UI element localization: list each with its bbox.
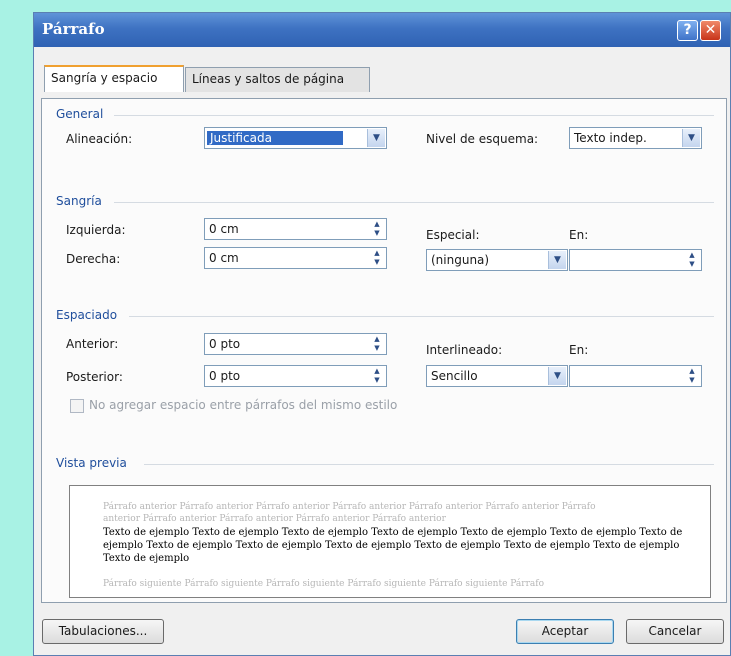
spacing-after-value: 0 pto	[209, 369, 241, 383]
chevron-down-icon[interactable]: ▼	[682, 129, 700, 147]
chevron-down-icon[interactable]: ▼	[548, 367, 566, 385]
group-preview-divider	[144, 464, 714, 465]
group-indent-divider	[114, 202, 714, 203]
special-indent-select[interactable]: (ninguna) ▼	[426, 249, 568, 271]
spacing-before-spinner[interactable]: 0 pto ▲ ▼	[204, 333, 387, 355]
spin-updown-icon[interactable]: ▲ ▼	[684, 367, 700, 385]
line-spacing-value: Sencillo	[431, 369, 478, 383]
indent-left-label: Izquierda:	[66, 223, 126, 237]
line-spacing-label: Interlineado:	[426, 343, 503, 357]
group-indent-title: Sangría	[56, 194, 102, 208]
group-spacing-divider	[129, 316, 714, 317]
no-space-checkbox[interactable]	[70, 399, 84, 413]
tab-indent-spacing[interactable]: Sangría y espacio	[44, 65, 184, 92]
chevron-down-icon[interactable]: ▼	[367, 129, 385, 147]
group-spacing-title: Espaciado	[56, 308, 118, 322]
indent-right-spinner[interactable]: 0 cm ▲ ▼	[204, 247, 387, 269]
cancel-button[interactable]: Cancelar	[626, 619, 724, 644]
special-indent-label: Especial:	[426, 228, 480, 242]
tabs-button[interactable]: Tabulaciones...	[42, 619, 164, 644]
paragraph-dialog: Párrafo ? ✕ Sangría y espacio Líneas y s…	[33, 12, 731, 656]
line-spacing-at-label: En:	[569, 343, 589, 357]
spacing-before-label: Anterior:	[66, 337, 119, 351]
group-general-title: General	[56, 107, 104, 121]
indent-right-value: 0 cm	[209, 251, 239, 265]
chevron-down-icon[interactable]: ▼	[548, 251, 566, 269]
indent-by-label: En:	[569, 228, 589, 242]
outline-level-label: Nivel de esquema:	[426, 132, 539, 146]
preview-previous-line: Párrafo anterior Párrafo anterior Párraf…	[103, 502, 596, 512]
indent-left-spinner[interactable]: 0 cm ▲ ▼	[204, 218, 387, 240]
indent-by-spinner[interactable]: ▲ ▼	[569, 249, 702, 271]
spin-updown-icon[interactable]: ▲ ▼	[369, 249, 385, 267]
outline-level-select[interactable]: Texto indep. ▼	[569, 127, 702, 149]
preview-sample-text: Texto de ejemplo Texto de ejemplo Texto …	[103, 527, 683, 564]
alignment-label: Alineación:	[66, 132, 133, 146]
preview-box: Párrafo anterior Párrafo anterior Párraf…	[69, 485, 711, 598]
spin-updown-icon[interactable]: ▲ ▼	[369, 335, 385, 353]
outline-level-value: Texto indep.	[574, 131, 647, 145]
group-preview-title: Vista previa	[56, 456, 127, 470]
group-general-divider	[114, 115, 714, 116]
spin-updown-icon[interactable]: ▲ ▼	[369, 367, 385, 385]
spacing-after-label: Posterior:	[66, 370, 123, 384]
preview-previous-line: anterior Párrafo anterior Párrafo anteri…	[103, 514, 446, 524]
title-bar[interactable]: Párrafo ? ✕	[34, 13, 730, 47]
preview-next-line: Párrafo siguiente Párrafo siguiente Párr…	[103, 579, 545, 589]
spin-updown-icon[interactable]: ▲ ▼	[684, 251, 700, 269]
alignment-select[interactable]: Justificada ▼	[204, 127, 387, 149]
line-spacing-at-spinner[interactable]: ▲ ▼	[569, 365, 702, 387]
alignment-value: Justificada	[207, 131, 343, 145]
line-spacing-select[interactable]: Sencillo ▼	[426, 365, 568, 387]
indent-right-label: Derecha:	[66, 252, 121, 266]
spin-updown-icon[interactable]: ▲ ▼	[369, 220, 385, 238]
close-icon[interactable]: ✕	[700, 20, 721, 41]
help-icon[interactable]: ?	[677, 20, 698, 41]
no-space-label: No agregar espacio entre párrafos del mi…	[89, 398, 398, 412]
dialog-title: Párrafo	[42, 20, 105, 38]
spacing-after-spinner[interactable]: 0 pto ▲ ▼	[204, 365, 387, 387]
spacing-before-value: 0 pto	[209, 337, 241, 351]
special-indent-value: (ninguna)	[431, 253, 490, 267]
ok-button[interactable]: Aceptar	[516, 619, 614, 644]
indent-left-value: 0 cm	[209, 222, 239, 236]
tab-line-page-breaks[interactable]: Líneas y saltos de página	[185, 67, 370, 92]
